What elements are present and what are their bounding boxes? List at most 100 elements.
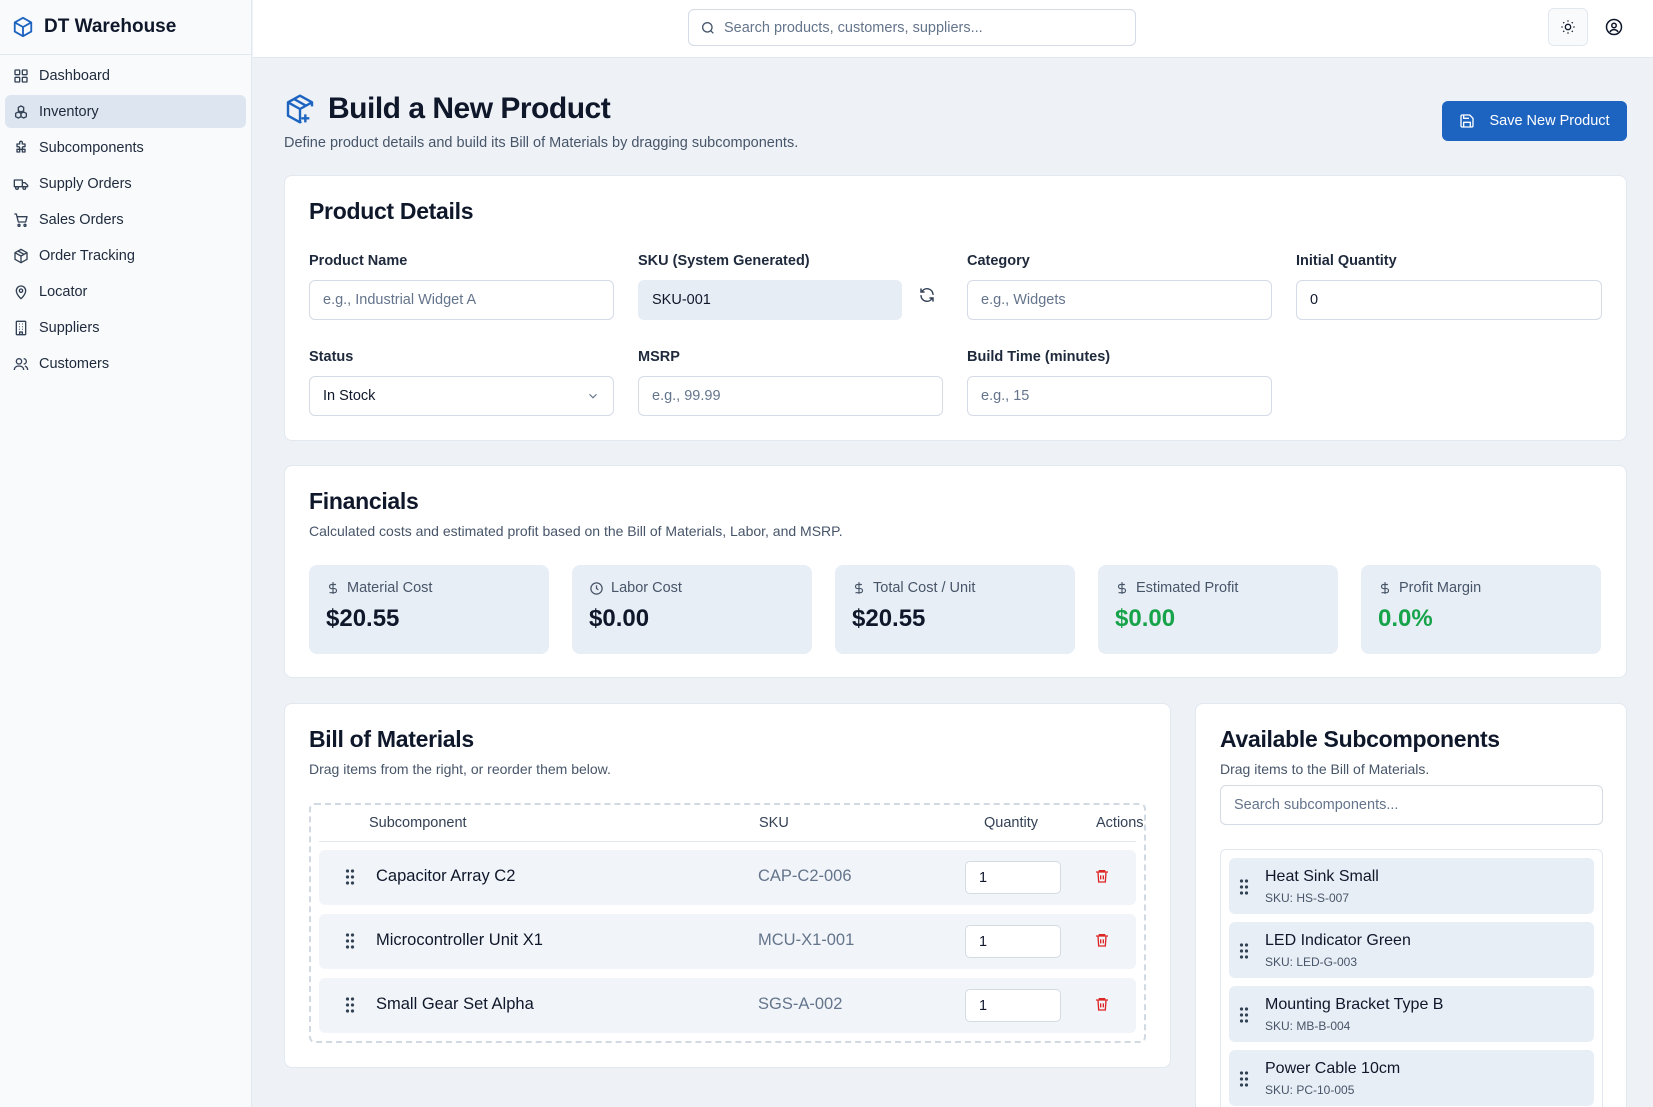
column-subcomponent: Subcomponent — [369, 815, 467, 831]
save-button-label: Save New Product — [1489, 113, 1610, 129]
map-pin-icon — [12, 283, 30, 301]
subcomponent-item[interactable]: LED Indicator Green SKU: LED-G-003 — [1229, 922, 1594, 978]
sidebar-item-label: Locator — [39, 283, 88, 300]
subcomponent-name: Power Cable 10cm — [1265, 1060, 1401, 1077]
sidebar-item-dashboard[interactable]: Dashboard — [5, 59, 246, 92]
app-name: DT Warehouse — [44, 16, 177, 37]
build-time-input[interactable]: e.g., 15 — [967, 376, 1272, 416]
initial-quantity-input[interactable]: 0 — [1296, 280, 1602, 320]
sidebar-item-order-tracking[interactable]: Order Tracking — [5, 239, 246, 272]
subcomponent-item[interactable]: Heat Sink Small SKU: HS-S-007 — [1229, 858, 1594, 914]
regenerate-sku-icon[interactable] — [918, 286, 936, 304]
global-search-input[interactable] — [724, 19, 1135, 36]
save-icon — [1459, 113, 1475, 129]
available-title: Available Subcomponents — [1220, 726, 1500, 752]
sidebar-item-supply-orders[interactable]: Supply Orders — [5, 167, 246, 200]
stat-profit-margin: Profit Margin 0.0% — [1361, 565, 1601, 654]
bom-drop-zone[interactable]: Subcomponent SKU Quantity Actions Capaci… — [309, 803, 1146, 1043]
product-name-input[interactable]: e.g., Industrial Widget A — [309, 280, 614, 320]
bom-row[interactable]: Capacitor Array C2 CAP-C2-006 1 — [319, 850, 1136, 905]
cart-icon — [12, 211, 30, 229]
users-icon — [12, 355, 30, 373]
column-actions: Actions — [1096, 815, 1144, 831]
category-input[interactable]: e.g., Widgets — [967, 280, 1272, 320]
bom-row[interactable]: Microcontroller Unit X1 MCU-X1-001 1 — [319, 914, 1136, 969]
theme-toggle-button[interactable] — [1548, 8, 1588, 46]
status-select[interactable]: In Stock — [309, 376, 614, 416]
drag-handle-icon[interactable] — [1239, 1070, 1249, 1088]
sun-icon — [1560, 19, 1576, 35]
user-circle-icon — [1605, 18, 1623, 36]
user-menu-button[interactable] — [1595, 8, 1633, 46]
subcomponent-item[interactable]: Power Cable 10cm SKU: PC-10-005 — [1229, 1050, 1594, 1106]
sidebar-item-locator[interactable]: Locator — [5, 275, 246, 308]
dollar-icon — [1378, 581, 1392, 595]
sidebar-item-label: Suppliers — [39, 319, 100, 336]
column-quantity: Quantity — [984, 815, 1038, 831]
sidebar-item-label: Sales Orders — [39, 211, 124, 228]
drag-handle-icon[interactable] — [345, 868, 355, 886]
status-value: In Stock — [323, 388, 376, 404]
bom-item-quantity-input[interactable]: 1 — [965, 925, 1061, 958]
subcomponent-search-input[interactable]: Search subcomponents... — [1220, 785, 1603, 825]
search-icon — [700, 20, 716, 36]
dashboard-icon — [12, 67, 30, 85]
msrp-input[interactable]: e.g., 99.99 — [638, 376, 943, 416]
financials-card: Financials Calculated costs and estimate… — [284, 465, 1627, 678]
bom-item-quantity-input[interactable]: 1 — [965, 989, 1061, 1022]
product-name-label: Product Name — [309, 253, 408, 269]
sku-input: SKU-001 — [638, 280, 902, 320]
sidebar-item-subcomponents[interactable]: Subcomponents — [5, 131, 246, 164]
subcomponent-name: LED Indicator Green — [1265, 932, 1411, 949]
stat-value: $0.00 — [589, 605, 650, 632]
financials-title: Financials — [309, 488, 419, 514]
bom-item-sku: CAP-C2-006 — [758, 867, 852, 885]
bom-item-quantity-input[interactable]: 1 — [965, 861, 1061, 894]
product-details-card: Product Details Product Name e.g., Indus… — [284, 175, 1627, 441]
subcomponent-item[interactable]: Mounting Bracket Type B SKU: MB-B-004 — [1229, 986, 1594, 1042]
save-new-product-button[interactable]: Save New Product — [1442, 101, 1627, 141]
brand[interactable]: DT Warehouse — [0, 0, 251, 55]
sidebar-item-customers[interactable]: Customers — [5, 347, 246, 380]
trash-icon[interactable] — [1094, 868, 1110, 884]
global-search[interactable] — [688, 9, 1136, 46]
topbar — [253, 0, 1653, 58]
stat-total-cost: Total Cost / Unit $20.55 — [835, 565, 1075, 654]
trash-icon[interactable] — [1094, 932, 1110, 948]
drag-handle-icon[interactable] — [345, 932, 355, 950]
stat-material-cost: Material Cost $20.55 — [309, 565, 549, 654]
sku-label: SKU (System Generated) — [638, 253, 810, 269]
bom-row[interactable]: Small Gear Set Alpha SGS-A-002 1 — [319, 978, 1136, 1033]
clock-icon — [589, 581, 604, 596]
sidebar-item-inventory[interactable]: Inventory — [5, 95, 246, 128]
stat-label: Total Cost / Unit — [873, 580, 976, 596]
drag-handle-icon[interactable] — [1239, 942, 1249, 960]
sidebar-item-sales-orders[interactable]: Sales Orders — [5, 203, 246, 236]
stat-estimated-profit: Estimated Profit $0.00 — [1098, 565, 1338, 654]
build-time-field: Build Time (minutes) e.g., 15 — [967, 349, 1272, 416]
drag-handle-icon[interactable] — [1239, 878, 1249, 896]
status-field: Status In Stock — [309, 349, 614, 416]
column-sku: SKU — [759, 815, 789, 831]
trash-icon[interactable] — [1094, 996, 1110, 1012]
sidebar-item-label: Customers — [39, 355, 110, 372]
subcomponent-sku: SKU: HS-S-007 — [1265, 891, 1350, 905]
sidebar-nav: Dashboard Inventory Subcomponents Supply… — [0, 55, 251, 387]
sidebar-item-label: Inventory — [39, 103, 99, 120]
chevron-down-icon — [586, 389, 600, 403]
product-details-title: Product Details — [309, 198, 474, 224]
initial-quantity-field: Initial Quantity 0 — [1296, 253, 1602, 320]
category-label: Category — [967, 253, 1030, 269]
sidebar: DT Warehouse Dashboard Inventory Subcomp… — [0, 0, 252, 1107]
drag-handle-icon[interactable] — [1239, 1006, 1249, 1024]
sidebar-item-suppliers[interactable]: Suppliers — [5, 311, 246, 344]
sidebar-item-label: Order Tracking — [39, 247, 135, 264]
bom-title: Bill of Materials — [309, 726, 474, 752]
bom-item-sku: SGS-A-002 — [758, 995, 843, 1013]
financials-subtitle: Calculated costs and estimated profit ba… — [309, 523, 843, 539]
package-icon — [12, 247, 30, 265]
drag-handle-icon[interactable] — [345, 996, 355, 1014]
dollar-icon — [1115, 581, 1129, 595]
stat-value: $20.55 — [326, 605, 400, 632]
bom-item-name: Capacitor Array C2 — [376, 867, 516, 885]
